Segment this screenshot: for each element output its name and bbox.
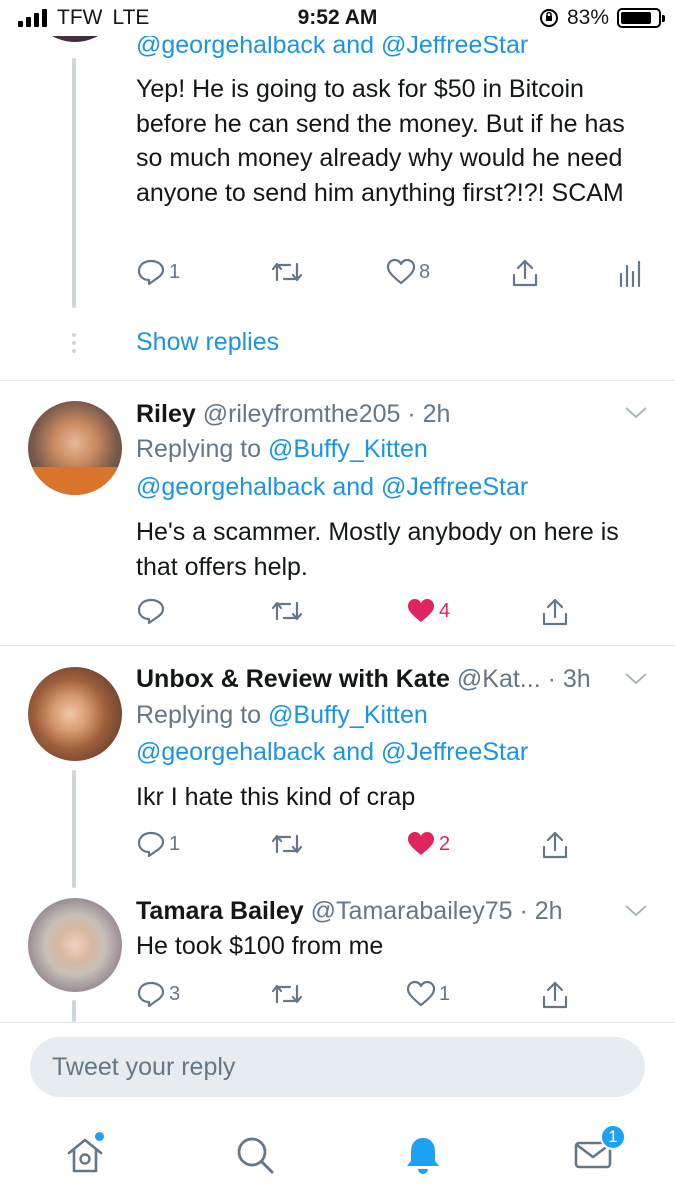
- chevron-down-icon[interactable]: [623, 404, 649, 422]
- share-icon: [542, 598, 568, 626]
- replying-prefix: Replying to: [136, 701, 262, 729]
- reply-count: 1: [169, 260, 181, 283]
- reply-mentions[interactable]: @georgehalback and @JeffreeStar: [136, 735, 528, 769]
- retweet-icon: [271, 984, 303, 1004]
- thread-line: [72, 58, 76, 308]
- unread-dot: [95, 1132, 104, 1141]
- tweet-text: He took $100 from me: [136, 932, 384, 960]
- status-bar: TFW LTE 9:52 AM 83%: [0, 0, 675, 36]
- retweet-button[interactable]: [270, 830, 304, 858]
- like-button[interactable]: 2: [406, 830, 450, 858]
- avatar[interactable]: [28, 898, 122, 992]
- like-button[interactable]: 8: [386, 258, 430, 286]
- bell-icon: [407, 1138, 439, 1174]
- retweet-button[interactable]: [270, 258, 304, 286]
- tweet-reply-input[interactable]: [30, 1037, 645, 1097]
- battery-icon: [617, 8, 665, 28]
- tab-home[interactable]: [60, 1130, 110, 1180]
- replying-to: Replying to @Buffy_Kitten: [136, 432, 428, 466]
- reply-icon: [137, 259, 165, 286]
- conversation-feed[interactable]: @georgehalback and @JeffreeStar Yep! He …: [0, 0, 675, 1022]
- reply-button[interactable]: 3: [136, 980, 180, 1008]
- thread-line: [72, 770, 76, 888]
- avatar[interactable]: [28, 401, 122, 495]
- tweet-text: Yep! He is going to ask for $50 in Bitco…: [136, 75, 625, 207]
- replying-user-link[interactable]: @Buffy_Kitten: [268, 435, 428, 463]
- tab-bar: 1: [0, 1112, 675, 1200]
- share-button[interactable]: [510, 258, 540, 288]
- tab-notifications[interactable]: [398, 1130, 448, 1180]
- tab-messages[interactable]: 1: [568, 1124, 626, 1180]
- chevron-down-icon[interactable]: [623, 902, 649, 920]
- reply-count: 3: [169, 982, 181, 1005]
- like-count: 1: [439, 982, 451, 1005]
- retweet-icon: [271, 601, 303, 621]
- replying-prefix: Replying to: [136, 435, 262, 463]
- like-count: 4: [439, 599, 451, 622]
- heart-outline-icon: [386, 258, 416, 285]
- tweet-header: Tamara Bailey @Tamarabailey75 · 2h: [136, 894, 563, 928]
- share-button[interactable]: [540, 980, 570, 1010]
- tweet-text: Ikr I hate this kind of crap: [136, 783, 416, 811]
- retweet-icon: [271, 834, 303, 854]
- reply-bar: [0, 1022, 675, 1112]
- search-icon: [237, 1137, 274, 1174]
- like-button[interactable]: 1: [406, 980, 450, 1008]
- tweet-text: He's a scammer. Mostly anybody on here i…: [136, 518, 619, 581]
- user-name[interactable]: Tamara Bailey: [136, 897, 304, 925]
- share-button[interactable]: [540, 830, 570, 860]
- divider: [0, 380, 675, 381]
- reply-icon: [137, 598, 165, 625]
- user-name[interactable]: Unbox & Review with Kate: [136, 665, 450, 693]
- share-button[interactable]: [540, 597, 570, 627]
- tweet-header: Unbox & Review with Kate @Kat... · 3h: [136, 662, 591, 696]
- user-handle-time[interactable]: @rileyfromthe205 · 2h: [203, 400, 451, 428]
- reply-count: 1: [169, 832, 181, 855]
- like-count: 8: [419, 260, 431, 283]
- messages-badge: 1: [600, 1124, 626, 1150]
- user-handle-time[interactable]: @Kat... · 3h: [457, 665, 591, 693]
- analytics-icon: [619, 260, 641, 288]
- thread-dots: [72, 333, 76, 353]
- user-name[interactable]: Riley: [136, 400, 196, 428]
- analytics-button[interactable]: [618, 260, 642, 288]
- like-button[interactable]: 4: [406, 597, 450, 625]
- thread-line: [72, 1000, 76, 1022]
- reply-mentions[interactable]: @georgehalback and @JeffreeStar: [136, 470, 528, 504]
- share-icon: [542, 831, 568, 859]
- share-icon: [512, 259, 538, 287]
- reply-button[interactable]: 1: [136, 258, 180, 286]
- avatar[interactable]: [28, 667, 122, 761]
- replying-to: Replying to @Buffy_Kitten: [136, 698, 428, 732]
- tweet-header: Riley @rileyfromthe205 · 2h: [136, 397, 450, 431]
- divider: [0, 645, 675, 646]
- chevron-down-icon[interactable]: [623, 670, 649, 688]
- replying-user-link[interactable]: @Buffy_Kitten: [268, 701, 428, 729]
- heart-outline-icon: [406, 980, 436, 1007]
- like-count: 2: [439, 832, 451, 855]
- reply-button[interactable]: [136, 597, 166, 625]
- reply-icon: [137, 981, 165, 1008]
- heart-filled-icon: [408, 599, 434, 622]
- battery-percent: 83%: [566, 6, 609, 29]
- orientation-lock-icon: [539, 9, 558, 27]
- tab-search[interactable]: [230, 1130, 280, 1180]
- reply-icon: [137, 831, 165, 858]
- retweet-icon: [271, 262, 303, 282]
- share-icon: [542, 981, 568, 1009]
- retweet-button[interactable]: [270, 597, 304, 625]
- user-handle-time[interactable]: @Tamarabailey75 · 2h: [311, 897, 563, 925]
- reply-button[interactable]: 1: [136, 830, 180, 858]
- show-replies-link[interactable]: Show replies: [136, 328, 279, 357]
- retweet-button[interactable]: [270, 980, 304, 1008]
- heart-filled-icon: [408, 832, 434, 855]
